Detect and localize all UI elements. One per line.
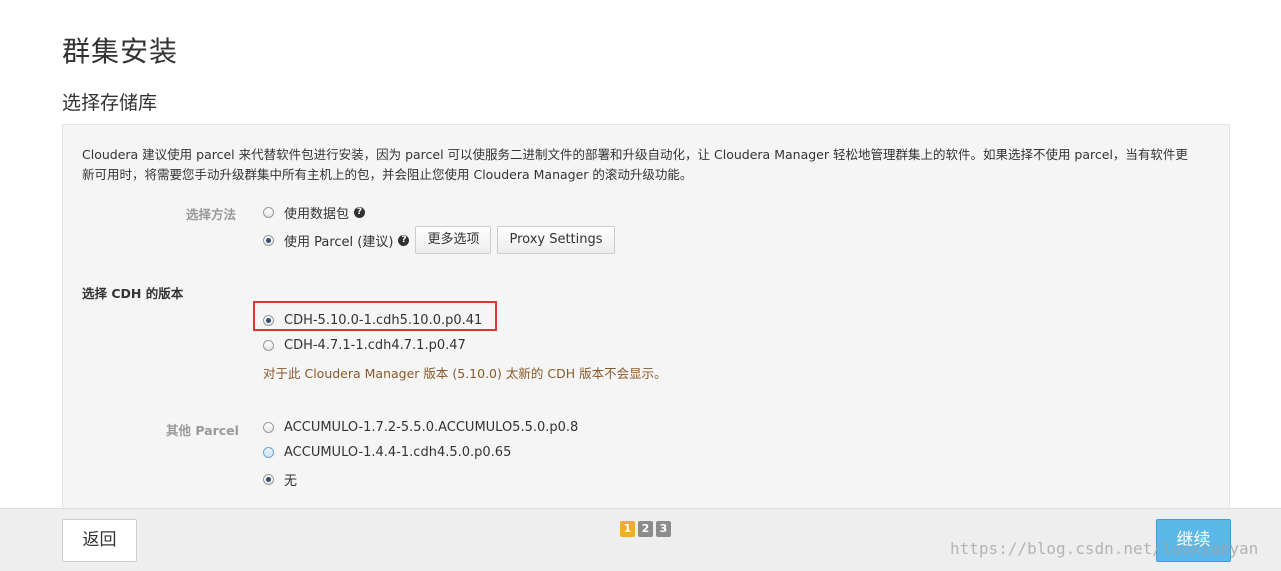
radio-packages[interactable] <box>263 207 274 218</box>
help-icon[interactable]: ? <box>354 207 366 218</box>
page-2[interactable]: 2 <box>638 521 653 537</box>
method-label: 选择方法 <box>186 207 237 222</box>
section-subtitle: 选择存储库 <box>62 92 158 114</box>
cdh-version-label: 选择 CDH 的版本 <box>82 286 184 301</box>
method-option-packages[interactable]: 使用数据包 ? <box>263 203 366 222</box>
page-1[interactable]: 1 <box>620 521 635 537</box>
step-pager: 1 2 3 <box>620 521 674 537</box>
footer-bar: 返回 1 2 3 继续 https://blog.csdn.net/luoxia… <box>0 508 1281 571</box>
help-icon[interactable]: ? <box>398 234 410 246</box>
radio-cdh-5-10[interactable] <box>263 315 274 326</box>
radio-cdh-4-7[interactable] <box>263 340 274 351</box>
cluster-install-page: 群集安装 选择存储库 Cloudera 建议使用 parcel 来代替软件包进行… <box>0 0 1281 571</box>
method-option-parcel-label: 使用 Parcel (建议) <box>284 234 394 250</box>
cdh-option-4-7-label: CDH-4.7.1-1.cdh4.7.1.p0.47 <box>284 338 466 353</box>
other-option-accumulo-1-7[interactable]: ACCUMULO-1.7.2-5.5.0.ACCUMULO5.5.0.p0.8 <box>263 420 578 435</box>
other-option-accumulo-1-4[interactable]: ACCUMULO-1.4.4-1.cdh4.5.0.p0.65 <box>263 445 511 460</box>
more-options-button[interactable]: 更多选项 <box>415 226 492 254</box>
radio-accumulo-1-7[interactable] <box>263 422 274 433</box>
other-option-none-label: 无 <box>284 474 298 489</box>
watermark-text: https://blog.csdn.net/luoxiaoyan <box>950 539 1259 558</box>
page-title: 群集安装 <box>62 35 179 68</box>
cdh-warning-text: 对于此 Cloudera Manager 版本 (5.10.0) 太新的 CDH… <box>263 366 667 381</box>
cdh-option-4-7[interactable]: CDH-4.7.1-1.cdh4.7.1.p0.47 <box>263 338 466 353</box>
method-option-parcel[interactable]: 使用 Parcel (建议) ? 更多选项 Proxy Settings <box>263 226 615 254</box>
repository-panel: Cloudera 建议使用 parcel 来代替软件包进行安装，因为 parce… <box>62 124 1230 524</box>
cdh-option-5-10-label: CDH-5.10.0-1.cdh5.10.0.p0.41 <box>284 313 483 328</box>
back-button[interactable]: 返回 <box>62 519 137 562</box>
radio-accumulo-1-4[interactable] <box>263 447 274 458</box>
method-option-packages-label: 使用数据包 <box>284 207 350 222</box>
other-parcel-label: 其他 Parcel <box>166 423 239 438</box>
cdh-option-5-10[interactable]: CDH-5.10.0-1.cdh5.10.0.p0.41 <box>263 313 482 328</box>
radio-parcel[interactable] <box>263 234 274 246</box>
other-option-accumulo-1-7-label: ACCUMULO-1.7.2-5.5.0.ACCUMULO5.5.0.p0.8 <box>284 420 579 435</box>
intro-text: Cloudera 建议使用 parcel 来代替软件包进行安装，因为 parce… <box>82 147 1188 182</box>
other-option-accumulo-1-4-label: ACCUMULO-1.4.4-1.cdh4.5.0.p0.65 <box>284 445 512 460</box>
radio-none[interactable] <box>263 474 274 485</box>
page-3[interactable]: 3 <box>656 521 671 537</box>
proxy-settings-button[interactable]: Proxy Settings <box>497 226 615 254</box>
other-option-none[interactable]: 无 <box>263 470 297 489</box>
